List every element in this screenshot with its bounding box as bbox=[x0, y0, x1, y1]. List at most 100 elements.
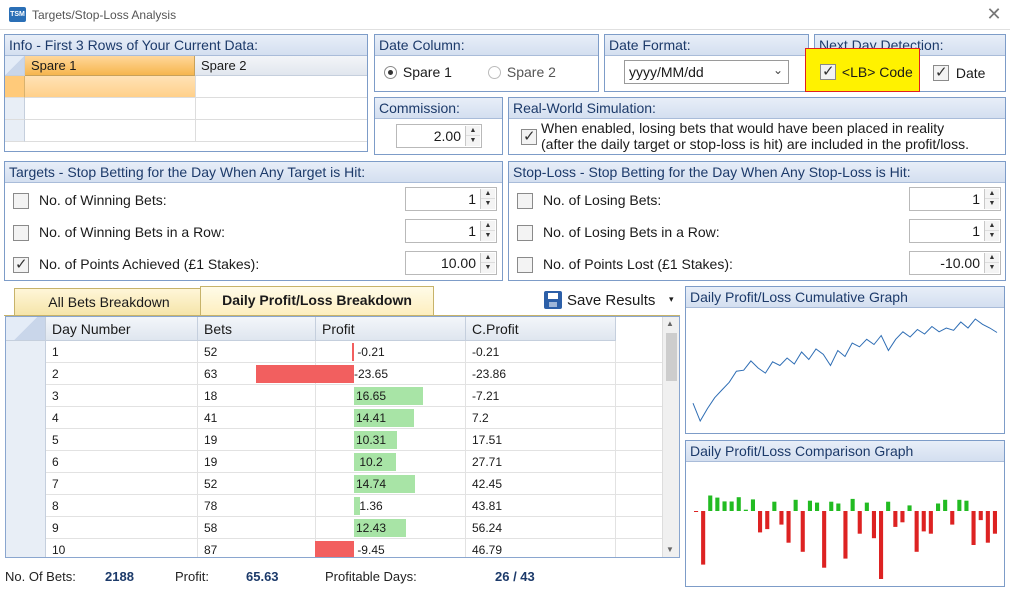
radio-spare1[interactable]: Spare 1 bbox=[384, 64, 452, 82]
stoploss-losing-bets-checkbox[interactable] bbox=[517, 193, 533, 210]
stepper-down-icon[interactable]: ▼ bbox=[985, 231, 999, 241]
save-results-button[interactable]: Save Results ▾ bbox=[544, 291, 679, 313]
cell-profit[interactable]: 10.2 bbox=[316, 451, 466, 473]
row-selector[interactable] bbox=[6, 407, 46, 429]
radio-button[interactable] bbox=[488, 66, 501, 79]
table-row[interactable]: 8 78 1.36 43.81 bbox=[6, 495, 662, 517]
cell-bets[interactable]: 52 bbox=[198, 473, 316, 495]
target-winning-bets-stepper[interactable]: 1 ▲ ▼ bbox=[405, 187, 497, 211]
cell-day[interactable]: 6 bbox=[46, 451, 198, 473]
row-selector[interactable] bbox=[6, 539, 46, 557]
row-selector[interactable] bbox=[6, 495, 46, 517]
tab-all-bets[interactable]: All Bets Breakdown bbox=[14, 288, 204, 316]
cell-bets[interactable]: 87 bbox=[198, 539, 316, 557]
target-winning-row-checkbox[interactable] bbox=[13, 225, 29, 242]
cell-profit[interactable]: 16.65 bbox=[316, 385, 466, 407]
cell-cprofit[interactable]: 56.24 bbox=[466, 517, 616, 539]
stoploss-losing-row-checkbox[interactable] bbox=[517, 225, 533, 242]
cell-bets[interactable]: 19 bbox=[198, 429, 316, 451]
cell-bets[interactable]: 52 bbox=[198, 341, 316, 363]
stepper-up-icon[interactable]: ▲ bbox=[481, 189, 495, 199]
radio-button[interactable] bbox=[384, 66, 397, 79]
cell-profit[interactable]: 12.43 bbox=[316, 517, 466, 539]
stepper-up-icon[interactable]: ▲ bbox=[985, 253, 999, 263]
radio-spare2[interactable]: Spare 2 bbox=[488, 64, 556, 82]
grid-cell[interactable] bbox=[25, 120, 195, 142]
row-selector[interactable] bbox=[6, 385, 46, 407]
stepper-down-icon[interactable]: ▼ bbox=[985, 199, 999, 209]
caret-down-icon[interactable]: ▾ bbox=[669, 294, 674, 305]
cell-cprofit[interactable]: 17.51 bbox=[466, 429, 616, 451]
row-selector[interactable] bbox=[5, 76, 25, 98]
row-selector[interactable] bbox=[5, 120, 25, 142]
cell-cprofit[interactable]: -7.21 bbox=[466, 385, 616, 407]
cell-bets[interactable]: 19 bbox=[198, 451, 316, 473]
cell-cprofit[interactable]: 42.45 bbox=[466, 473, 616, 495]
col-bets[interactable]: Bets bbox=[198, 317, 316, 341]
cell-cprofit[interactable]: -0.21 bbox=[466, 341, 616, 363]
date-checkbox[interactable] bbox=[933, 63, 949, 82]
target-winning-row-stepper[interactable]: 1 ▲ ▼ bbox=[405, 219, 497, 243]
table-row[interactable]: 6 19 10.2 27.71 bbox=[6, 451, 662, 473]
col-spare2[interactable]: Spare 2 bbox=[195, 56, 367, 76]
date-checkbox-row[interactable]: Date bbox=[933, 63, 985, 82]
stoploss-losing-row-stepper[interactable]: 1 ▲ ▼ bbox=[909, 219, 1001, 243]
cell-cprofit[interactable]: 27.71 bbox=[466, 451, 616, 473]
cell-cprofit[interactable]: 7.2 bbox=[466, 407, 616, 429]
stepper-up-icon[interactable]: ▲ bbox=[985, 221, 999, 231]
scroll-thumb[interactable] bbox=[666, 333, 677, 381]
row-selector[interactable] bbox=[6, 517, 46, 539]
cell-day[interactable]: 10 bbox=[46, 539, 198, 557]
cell-bets[interactable]: 58 bbox=[198, 517, 316, 539]
cell-profit[interactable]: 14.74 bbox=[316, 473, 466, 495]
stoploss-points-checkbox[interactable] bbox=[517, 257, 533, 274]
cell-day[interactable]: 3 bbox=[46, 385, 198, 407]
cell-cprofit[interactable]: 46.79 bbox=[466, 539, 616, 557]
scroll-down-icon[interactable]: ▼ bbox=[666, 545, 674, 554]
cell-bets[interactable]: 18 bbox=[198, 385, 316, 407]
stepper-down-icon[interactable]: ▼ bbox=[481, 263, 495, 273]
stepper-down-icon[interactable]: ▼ bbox=[481, 199, 495, 209]
row-selector[interactable] bbox=[6, 429, 46, 451]
row-selector[interactable] bbox=[6, 363, 46, 385]
row-selector[interactable] bbox=[6, 341, 46, 363]
cell-cprofit[interactable]: -23.86 bbox=[466, 363, 616, 385]
table-row[interactable]: 7 52 14.74 42.45 bbox=[6, 473, 662, 495]
stepper-up-icon[interactable]: ▲ bbox=[481, 221, 495, 231]
cell-profit[interactable]: -0.21 bbox=[316, 341, 466, 363]
table-row[interactable]: 5 19 10.31 17.51 bbox=[6, 429, 662, 451]
cell-day[interactable]: 7 bbox=[46, 473, 198, 495]
stepper-down-icon[interactable]: ▼ bbox=[985, 263, 999, 273]
col-profit[interactable]: Profit bbox=[316, 317, 466, 341]
cell-day[interactable]: 1 bbox=[46, 341, 198, 363]
grid-cell[interactable] bbox=[25, 76, 195, 98]
table-row[interactable]: 2 63 -23.65 -23.86 bbox=[6, 363, 662, 385]
row-selector[interactable] bbox=[6, 473, 46, 495]
stoploss-points-stepper[interactable]: -10.00 ▲ ▼ bbox=[909, 251, 1001, 275]
cell-profit[interactable]: 14.41 bbox=[316, 407, 466, 429]
real-world-checkbox[interactable] bbox=[521, 127, 537, 146]
table-row[interactable]: 1 52 -0.21 -0.21 bbox=[6, 341, 662, 363]
target-winning-bets-checkbox[interactable] bbox=[13, 193, 29, 210]
col-spare1[interactable]: Spare 1 bbox=[25, 56, 195, 76]
grid-cell[interactable] bbox=[195, 76, 367, 98]
grid-cell[interactable] bbox=[25, 98, 195, 120]
scroll-up-icon[interactable]: ▲ bbox=[666, 319, 674, 328]
cell-day[interactable]: 8 bbox=[46, 495, 198, 517]
stepper-up-icon[interactable]: ▲ bbox=[481, 253, 495, 263]
table-corner[interactable] bbox=[6, 317, 46, 341]
stoploss-losing-bets-stepper[interactable]: 1 ▲ ▼ bbox=[909, 187, 1001, 211]
cell-profit[interactable]: 1.36 bbox=[316, 495, 466, 517]
tab-daily-profit[interactable]: Daily Profit/Loss Breakdown bbox=[200, 286, 434, 316]
row-selector[interactable] bbox=[5, 98, 25, 120]
table-row[interactable]: 9 58 12.43 56.24 bbox=[6, 517, 662, 539]
table-row[interactable]: 4 41 14.41 7.2 bbox=[6, 407, 662, 429]
cell-day[interactable]: 4 bbox=[46, 407, 198, 429]
cell-day[interactable]: 9 bbox=[46, 517, 198, 539]
col-day-number[interactable]: Day Number bbox=[46, 317, 198, 341]
grid-cell[interactable] bbox=[195, 98, 367, 120]
cell-bets[interactable]: 41 bbox=[198, 407, 316, 429]
lb-code-checkbox-row[interactable]: <LB> Code bbox=[820, 62, 913, 81]
target-points-stepper[interactable]: 10.00 ▲ ▼ bbox=[405, 251, 497, 275]
table-row[interactable]: 10 87 -9.45 46.79 bbox=[6, 539, 662, 557]
